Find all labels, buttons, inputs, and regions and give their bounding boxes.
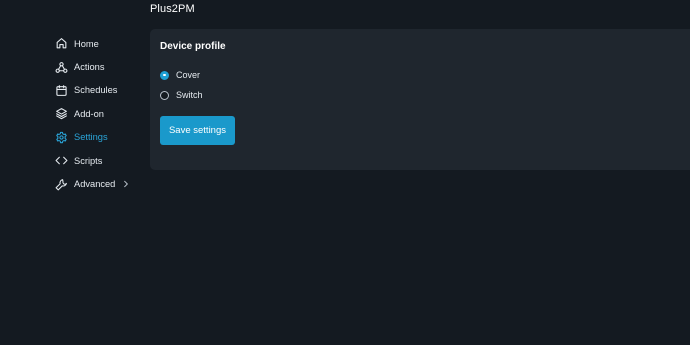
radio-option-switch[interactable]: Switch — [160, 90, 203, 100]
sidebar-item-settings[interactable]: Settings — [54, 126, 144, 149]
radio-option-cover[interactable]: Cover — [160, 70, 200, 80]
gear-icon — [54, 130, 68, 144]
sidebar-item-label: Add-on — [74, 108, 104, 119]
layers-icon — [54, 107, 68, 121]
sidebar-item-label: Home — [74, 38, 99, 49]
radio-label: Switch — [176, 90, 203, 100]
chevron-right-icon[interactable] — [122, 180, 130, 188]
code-icon — [54, 154, 68, 168]
sidebar-item-label: Schedules — [74, 85, 118, 96]
actions-icon — [54, 60, 68, 74]
panel-title: Device profile — [160, 41, 226, 52]
sidebar-item-actions[interactable]: Actions — [54, 55, 144, 78]
sidebar-item-label: Actions — [74, 62, 105, 73]
sidebar-item-home[interactable]: Home — [54, 32, 144, 55]
sidebar-item-add-on[interactable]: Add-on — [54, 102, 144, 125]
device-profile-panel: Device profile Cover Switch Save setting… — [150, 29, 690, 170]
save-settings-button[interactable]: Save settings — [160, 116, 235, 145]
sidebar-item-label: Advanced — [74, 179, 116, 190]
radio-label: Cover — [176, 70, 201, 80]
switch-radio[interactable] — [160, 90, 169, 100]
sidebar-item-label: Scripts — [74, 155, 103, 166]
sidebar-item-label: Settings — [74, 132, 108, 143]
device-name: Plus2PM — [150, 3, 195, 15]
wrench-icon — [54, 177, 68, 191]
sidebar-item-schedules[interactable]: Schedules — [54, 79, 144, 102]
home-icon — [54, 37, 68, 51]
sidebar-item-scripts[interactable]: Scripts — [54, 149, 144, 172]
cover-radio[interactable] — [160, 70, 169, 80]
sidebar-item-advanced[interactable]: Advanced — [54, 172, 144, 195]
page: Plus2PM Home Actions Schedules Add-on Se… — [0, 0, 690, 345]
calendar-icon — [54, 83, 68, 97]
sidebar: Home Actions Schedules Add-on Settings S… — [54, 32, 144, 196]
